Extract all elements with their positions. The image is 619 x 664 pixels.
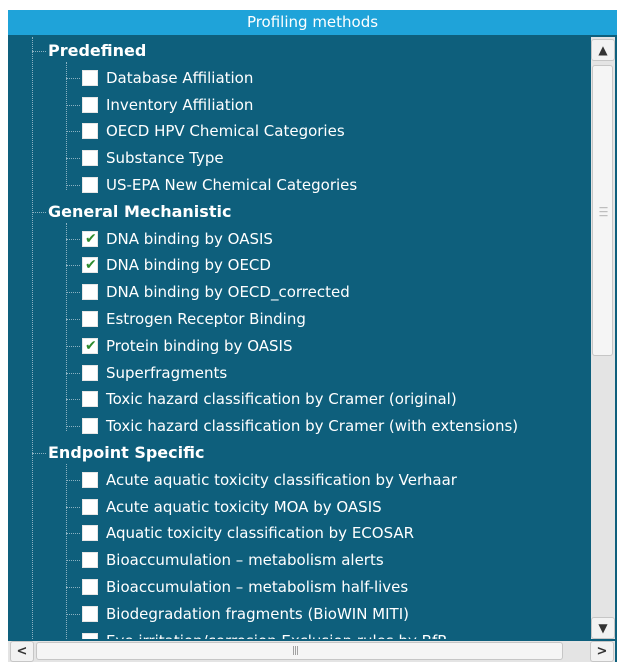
group-label[interactable]: Endpoint Specific	[48, 443, 204, 463]
grip-icon: |||	[292, 646, 299, 656]
up-arrow-icon: ▲	[598, 43, 608, 57]
tree-connector	[66, 238, 80, 240]
profiling-methods-panel: Profiling methods Predefined Database Aff…	[8, 10, 617, 662]
tree-connector	[66, 426, 80, 428]
profiler-checkbox[interactable]	[82, 150, 98, 167]
profiler-checkbox[interactable]: ✔	[82, 337, 98, 354]
scroll-right-button[interactable]: >	[590, 641, 614, 662]
tree-connector	[66, 131, 80, 133]
profiler-item-label: Bioaccumulation – metabolism alerts	[106, 551, 384, 570]
tree-connector	[66, 185, 80, 186]
profiler-item-label: Aquatic toxicity classification by ECOSA…	[106, 524, 415, 543]
tree-connector	[32, 211, 46, 213]
group-label[interactable]: Predefined	[48, 41, 146, 61]
vertical-scroll-thumb[interactable]: — — —	[592, 65, 613, 356]
profiler-item-label: Acute aquatic toxicity classification by…	[106, 470, 457, 489]
tree-connector	[66, 399, 80, 401]
grip-icon: — — —	[599, 203, 608, 221]
tree-connector	[66, 77, 80, 79]
tree-connector	[66, 265, 80, 267]
profiler-item-label: Inventory Affiliation	[106, 95, 254, 114]
profiler-checkbox[interactable]	[82, 391, 98, 408]
profiler-item-label: Estrogen Receptor Binding	[106, 310, 306, 328]
scroll-up-button[interactable]: ▲	[591, 39, 615, 61]
profiler-item-label: Toxic hazard classification by Cramer (o…	[106, 390, 457, 409]
profiler-checkbox[interactable]	[82, 69, 98, 86]
vertical-scrollbar[interactable]: ▲ — — — ▼	[591, 37, 615, 639]
profiler-checkbox[interactable]	[82, 471, 98, 488]
scroll-left-button[interactable]: <	[10, 641, 34, 662]
profiler-item-label: Database Affiliation	[106, 68, 254, 87]
right-arrow-icon: >	[596, 644, 608, 659]
profiler-item-label: Bioaccumulation – metabolism half-lives	[106, 578, 409, 596]
left-arrow-icon: <	[16, 644, 28, 659]
profiler-item-label: Protein binding by OASIS	[106, 336, 293, 355]
profiler-item-label: US-EPA New Chemical Categories	[106, 176, 358, 194]
profiler-checkbox[interactable]	[82, 177, 98, 193]
tree-connector	[66, 319, 80, 320]
tree-connector	[66, 587, 80, 588]
profiler-checkbox[interactable]	[82, 364, 98, 381]
profiler-checkbox[interactable]	[82, 552, 98, 569]
panel-title: Profiling methods	[8, 10, 617, 35]
profiler-item-label: DNA binding by OASIS	[106, 229, 273, 248]
tree-connector	[66, 613, 80, 615]
profiler-checkbox[interactable]	[82, 123, 98, 140]
profiler-checkbox[interactable]	[82, 284, 98, 301]
group-label[interactable]: General Mechanistic	[48, 202, 231, 222]
profiler-item-label: Superfragments	[106, 363, 228, 382]
profiler-item-label: Toxic hazard classification by Cramer (w…	[106, 417, 519, 436]
tree-connector	[66, 345, 80, 347]
checkmark-icon: ✔	[85, 337, 97, 354]
tree-connector	[66, 158, 80, 160]
tree-connector	[66, 372, 80, 374]
tree-connector	[32, 37, 33, 639]
profiler-item-label: Eye irritation/corrosion Exclusion rules…	[106, 631, 448, 639]
profiler-checkbox[interactable]	[82, 311, 98, 327]
profiler-checkbox[interactable]	[82, 632, 98, 639]
profiler-item-label: OECD HPV Chemical Categories	[106, 122, 345, 141]
scroll-down-button[interactable]: ▼	[591, 617, 615, 639]
horizontal-scrollbar[interactable]: < ||| >	[8, 641, 615, 662]
profiler-item-label: Acute aquatic toxicity MOA by OASIS	[106, 497, 382, 516]
tree-connector	[66, 533, 80, 535]
profiler-item-label: DNA binding by OECD_corrected	[106, 283, 350, 302]
profiler-checkbox[interactable]: ✔	[82, 257, 98, 274]
profiler-checkbox[interactable]	[82, 498, 98, 515]
profiler-item-label: Biodegradation fragments (BioWIN MITI)	[106, 604, 409, 623]
tree-connector	[66, 506, 80, 508]
profiler-checkbox[interactable]	[82, 605, 98, 622]
tree-connector	[66, 222, 67, 431]
tree-connector	[32, 51, 46, 52]
down-arrow-icon: ▼	[598, 621, 608, 635]
tree-connector	[66, 479, 80, 481]
profiler-tree: Predefined Database Affiliation Inventory …	[8, 37, 588, 639]
checkmark-icon: ✔	[85, 257, 97, 274]
profiler-checkbox[interactable]	[82, 418, 98, 435]
checkmark-icon: ✔	[85, 230, 97, 247]
profiler-checkbox[interactable]	[82, 525, 98, 542]
profiler-item-label: DNA binding by OECD	[106, 256, 271, 275]
tree-connector	[66, 463, 67, 639]
profiler-checkbox[interactable]	[82, 579, 98, 595]
horizontal-scroll-thumb[interactable]: |||	[36, 642, 563, 660]
tree-connector	[66, 61, 67, 190]
tree-connector	[66, 560, 80, 562]
tree-connector	[32, 453, 46, 454]
profiler-checkbox[interactable]	[82, 96, 98, 113]
profiler-item-label: Substance Type	[106, 149, 224, 168]
tree-connector	[66, 292, 80, 294]
profiler-checkbox[interactable]: ✔	[82, 230, 98, 247]
tree-connector	[66, 104, 80, 106]
